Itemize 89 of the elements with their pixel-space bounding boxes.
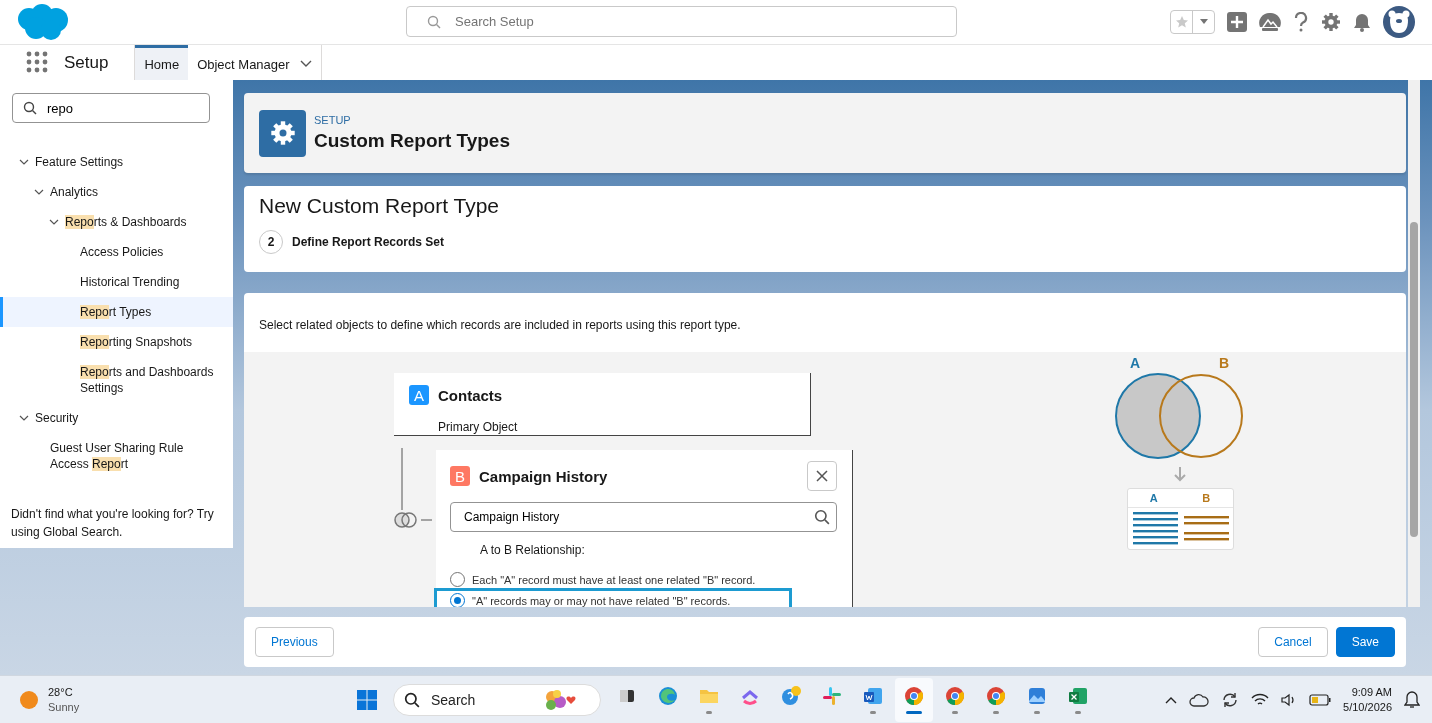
- tree-item[interactable]: Analytics: [0, 177, 233, 207]
- app-title: Setup: [64, 52, 109, 73]
- mountain-icon[interactable]: [1259, 12, 1281, 32]
- close-icon: [816, 470, 828, 482]
- table-header-label: B: [1201, 492, 1212, 504]
- document-icon[interactable]: [862, 685, 884, 707]
- option-label: Each "A" record must have at least one related "B" record.: [472, 573, 756, 586]
- page-title: Custom Report Types: [314, 130, 510, 152]
- table-header-label: A: [1148, 492, 1159, 504]
- tree-item[interactable]: Historical Trending: [0, 267, 233, 297]
- chevron-up-icon[interactable]: [1165, 695, 1178, 704]
- taskbar-search-field[interactable]: Search: [429, 690, 533, 709]
- wizard-button[interactable]: Save: [1335, 627, 1395, 657]
- search-icon: [814, 509, 830, 525]
- option-label: "A" records may or may not have related "B" records.: [472, 594, 731, 607]
- tree-item[interactable]: Security: [0, 403, 233, 433]
- radio-option[interactable]: "A" records may or may not have related "B" records.: [436, 590, 790, 607]
- battery-icon[interactable]: [1309, 693, 1332, 706]
- object-badge: A: [409, 385, 429, 405]
- running-indicator: [952, 711, 958, 714]
- chat-icon[interactable]: [780, 685, 802, 707]
- running-indicator: [993, 711, 999, 714]
- tree-item[interactable]: Feature Settings: [0, 147, 233, 177]
- app-launcher-icon[interactable]: [26, 51, 48, 73]
- sync-icon[interactable]: [1221, 690, 1240, 709]
- tree-item[interactable]: Reports & Dashboards: [0, 207, 233, 237]
- weather-condition: Sunny: [48, 699, 80, 715]
- wifi-icon[interactable]: [1251, 692, 1270, 707]
- object-caption: Primary Object: [438, 420, 519, 434]
- running-indicator: [1034, 711, 1040, 714]
- quick-find-box[interactable]: repo: [12, 93, 210, 123]
- tree-item[interactable]: Access Policies: [0, 237, 233, 267]
- picture-icon[interactable]: [1026, 685, 1048, 707]
- cloud-icon[interactable]: [1189, 692, 1210, 707]
- tree-item[interactable]: Reports and Dashboards Settings: [0, 357, 233, 403]
- instructions: Select related objects to define which records are included in reports using this report type.: [259, 317, 741, 332]
- notifications-icon[interactable]: [1404, 690, 1420, 709]
- wizard-title: New Custom Report Type: [259, 194, 501, 218]
- help-icon[interactable]: [1293, 12, 1309, 32]
- search-icon: [404, 691, 420, 708]
- spreadsheet-icon[interactable]: [1067, 685, 1089, 707]
- settings-icon: [269, 120, 296, 146]
- taskbar-search-box[interactable]: Search: [393, 683, 601, 716]
- add-icon[interactable]: [1227, 12, 1247, 32]
- browser-icon[interactable]: [944, 685, 966, 707]
- object-search-box[interactable]: Campaign History: [450, 502, 837, 532]
- running-indicator: [870, 711, 876, 714]
- browser-icon[interactable]: [985, 685, 1007, 707]
- avatar[interactable]: [1383, 6, 1415, 38]
- clock-time[interactable]: 9:09 AM: [1343, 684, 1392, 700]
- object-badge: B: [450, 466, 470, 486]
- radio-option[interactable]: Each "A" record must have at least one related "B" record.: [436, 569, 790, 590]
- arrow-down-icon: [1173, 466, 1187, 482]
- wizard-button[interactable]: Cancel: [1258, 627, 1328, 657]
- running-indicator: [706, 711, 712, 714]
- wizard-button[interactable]: Previous: [255, 627, 334, 657]
- tree-item[interactable]: Guest User Sharing Rule Access Report: [0, 433, 233, 479]
- chevron-icon[interactable]: [299, 60, 312, 68]
- object-name: Campaign History: [479, 467, 608, 485]
- breadcrumb: SETUP: [314, 114, 352, 126]
- browser-icon[interactable]: [903, 685, 925, 707]
- star-icon: [1174, 15, 1189, 29]
- caret-icon: [1198, 19, 1209, 25]
- radio-button[interactable]: [450, 593, 465, 607]
- windows-logo-icon[interactable]: [356, 688, 378, 711]
- radio-button[interactable]: [450, 572, 465, 587]
- temperature: 28°C: [48, 684, 74, 700]
- close-button[interactable]: [807, 461, 837, 491]
- tree-item[interactable]: Report Types: [0, 297, 233, 327]
- hash-logo-icon[interactable]: [821, 685, 843, 707]
- tree-item[interactable]: Reporting Snapshots: [0, 327, 233, 357]
- nav-tab[interactable]: Home: [135, 45, 189, 80]
- search-icon: [427, 14, 441, 29]
- search-hint: Didn't find what you're looking for? Try using Global Search.: [10, 506, 215, 541]
- settings-icon[interactable]: [1321, 12, 1341, 32]
- clock-date[interactable]: 5/10/2026: [1343, 699, 1392, 715]
- wave-logo-icon[interactable]: [657, 685, 679, 707]
- cloud-logo[interactable]: [15, 3, 69, 41]
- running-indicator: [1075, 711, 1081, 714]
- venn-label: B: [1218, 355, 1229, 371]
- step-title: Define Report Records Set: [292, 235, 445, 249]
- search-icon: [23, 101, 37, 115]
- setup-search-field[interactable]: Search Setup: [453, 13, 937, 30]
- running-indicator: [906, 711, 922, 714]
- venn-label: A: [1130, 355, 1141, 371]
- relationship-label: A to B Relationship:: [480, 543, 586, 557]
- object-name: Contacts: [438, 386, 503, 404]
- setup-search-box[interactable]: Search Setup: [406, 6, 957, 37]
- scrollbar[interactable]: [1408, 80, 1420, 607]
